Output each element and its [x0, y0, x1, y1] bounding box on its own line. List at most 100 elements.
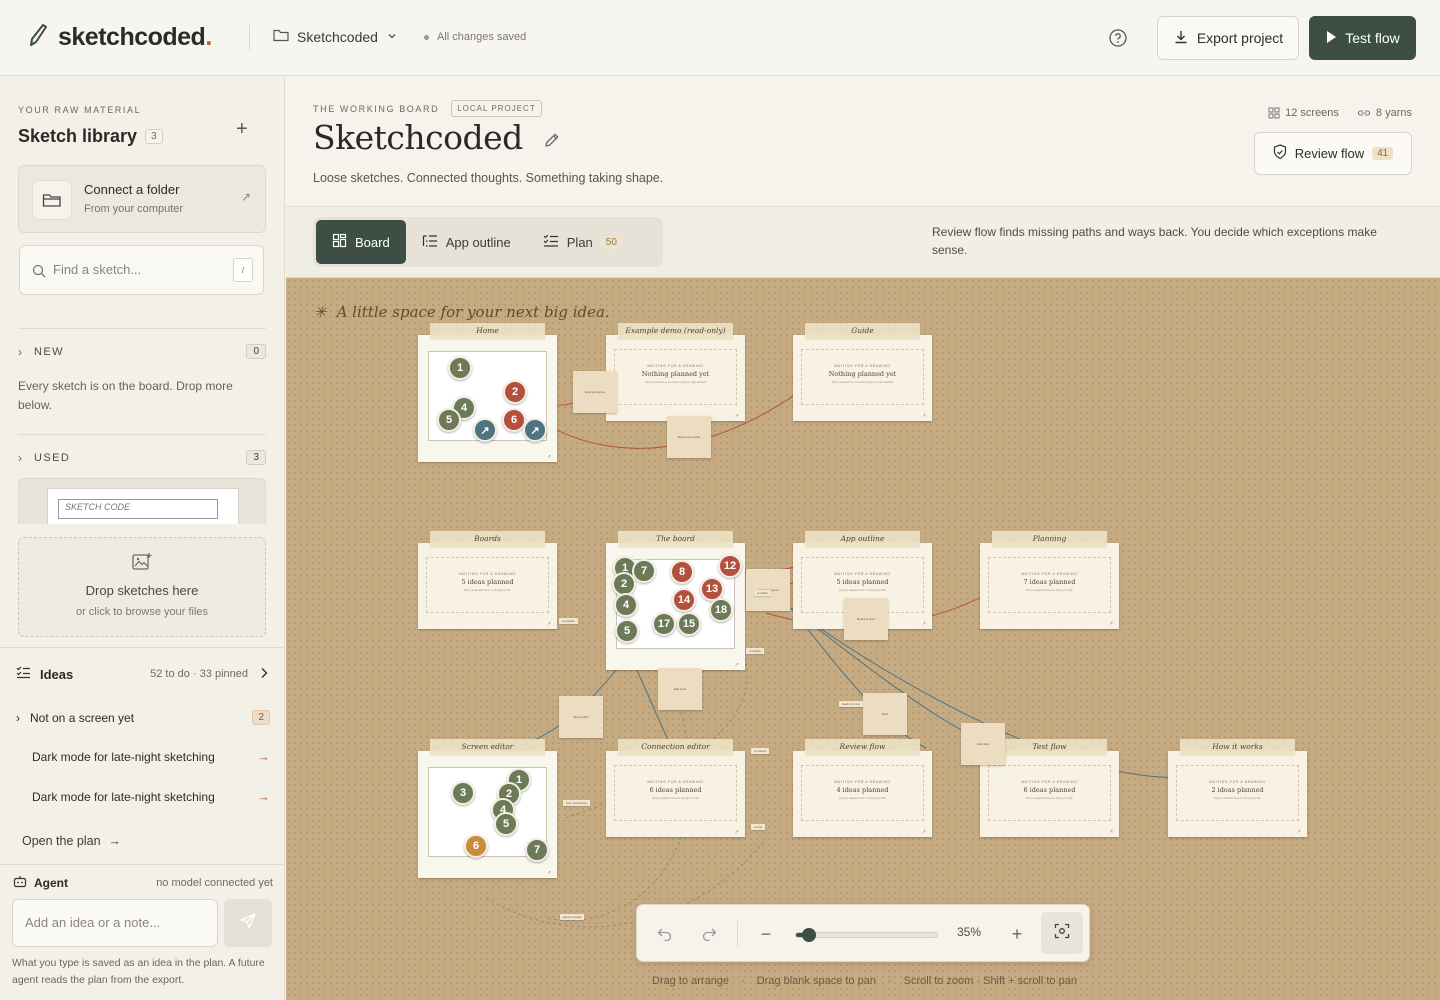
- sketch-library-sidebar: YOUR RAW MATERIAL Sketch library 3 + Conn…: [0, 76, 285, 1000]
- yarn-label[interactable]: to boards: [559, 618, 578, 624]
- pin[interactable]: 17: [652, 612, 676, 636]
- project-switcher[interactable]: Sketchcoded: [273, 28, 398, 45]
- pin[interactable]: 8: [670, 560, 694, 584]
- pin[interactable]: 6: [464, 834, 488, 858]
- expand-icon[interactable]: ↗: [735, 829, 739, 835]
- section-new-label: NEW: [34, 345, 64, 358]
- drop-zone[interactable]: Drop sketches here or click to browse yo…: [18, 537, 266, 637]
- used-sketch-thumbnail[interactable]: SKETCH CODE: [18, 478, 266, 524]
- screen-card-how-it-works[interactable]: How it works WAITING FOR A DRAWING 2 idea…: [1168, 739, 1307, 837]
- screen-card-the-board[interactable]: The board ↗ 1 7 2 4 5 8 12 13 14 17 15 1…: [606, 531, 745, 670]
- expand-icon[interactable]: ↗: [735, 662, 739, 668]
- expand-icon[interactable]: ↗: [735, 413, 739, 419]
- pin[interactable]: 14: [672, 588, 696, 612]
- idea-item[interactable]: Dark mode for late-night sketching →: [32, 789, 270, 804]
- screen-card-guide[interactable]: Guide WAITING FOR A DRAWING Nothing plann…: [793, 323, 932, 421]
- sticky-note[interactable]: Edit a pin: [658, 668, 702, 710]
- tab-plan-count: 50: [600, 235, 622, 249]
- screens-count: 12 screens: [1268, 107, 1339, 119]
- expand-icon[interactable]: ↗: [547, 454, 551, 460]
- pin[interactable]: 5: [494, 812, 518, 836]
- zoom-slider[interactable]: [795, 928, 938, 942]
- sticky-note[interactable]: Hub links: [961, 723, 1005, 765]
- zoom-slider-handle[interactable]: [801, 928, 816, 942]
- section-new[interactable]: › NEW 0: [18, 344, 266, 359]
- section-used[interactable]: › USED 3: [18, 450, 266, 465]
- pin[interactable]: 5: [437, 408, 461, 432]
- screen-card-screen-editor[interactable]: Screen editor ↗ 3 1 2 4 5 6 7: [418, 739, 557, 878]
- zoom-out-button[interactable]: −: [754, 922, 778, 946]
- pin[interactable]: 5: [615, 619, 639, 643]
- pin[interactable]: 12: [718, 554, 742, 578]
- zoom-in-button[interactable]: +: [1005, 922, 1029, 946]
- arrow-right-icon: →: [257, 789, 270, 804]
- pin[interactable]: 18: [709, 598, 733, 622]
- pin[interactable]: 2: [503, 380, 527, 404]
- screen-card-boards[interactable]: Boards WAITING FOR A DRAWING 5 ideas plan…: [418, 531, 557, 629]
- pin[interactable]: 7: [632, 559, 656, 583]
- expand-icon[interactable]: ↗: [1109, 829, 1113, 835]
- expand-icon[interactable]: ↗: [922, 621, 926, 627]
- expand-icon[interactable]: ↗: [1109, 621, 1113, 627]
- expand-icon[interactable]: ↗: [922, 413, 926, 419]
- agent-note-input[interactable]: Add an idea or a note...: [12, 899, 218, 947]
- sticky-note[interactable]: Board-to-flow: [844, 598, 888, 640]
- placeholder-hint: Drop a sketch here to bring it to life: [652, 796, 699, 800]
- help-icon[interactable]: [1108, 28, 1128, 53]
- screen-card-title: The board: [618, 531, 733, 547]
- external-link-pin-icon[interactable]: ↗: [473, 418, 497, 442]
- send-button[interactable]: [224, 899, 272, 947]
- screen-card-planning[interactable]: Planning WAITING FOR A DRAWING 7 ideas pl…: [980, 531, 1119, 629]
- add-sketch-button[interactable]: +: [236, 118, 248, 141]
- edit-title-icon[interactable]: [543, 118, 561, 157]
- divider: [0, 647, 285, 648]
- sticky-note[interactable]: Flow: [863, 693, 907, 735]
- sticky-note[interactable]: Open editor: [559, 696, 603, 738]
- sticky-note[interactable]: Read-only Guide: [667, 416, 711, 458]
- yarn-label[interactable]: from connection: [563, 800, 591, 806]
- sticky-note[interactable]: Example demo: [573, 371, 617, 413]
- pin[interactable]: 7: [525, 838, 549, 862]
- yarn-label[interactable]: to outline: [746, 648, 765, 654]
- expand-icon[interactable]: ↗: [922, 829, 926, 835]
- open-plan-link[interactable]: Open the plan →: [22, 834, 121, 848]
- screen-card-review-flow[interactable]: Review flow WAITING FOR A DRAWING 4 ideas…: [793, 739, 932, 837]
- yarn-label[interactable]: to review: [751, 748, 770, 754]
- pin[interactable]: 4: [614, 593, 638, 617]
- idea-item[interactable]: Dark mode for late-night sketching →: [32, 749, 270, 764]
- pin[interactable]: 15: [677, 612, 701, 636]
- connect-folder-button[interactable]: Connect a folder From your computer ↗: [18, 165, 266, 233]
- project-tagline: Loose sketches. Connected thoughts. Some…: [313, 171, 664, 185]
- focus-icon: [1054, 923, 1070, 944]
- ideas-header[interactable]: Ideas 52 to do · 33 pinned: [16, 666, 268, 682]
- fit-to-screen-button[interactable]: [1041, 912, 1083, 954]
- sketch-search-input[interactable]: Find a sketch... /: [19, 245, 264, 295]
- redo-icon[interactable]: [697, 922, 721, 946]
- external-link-pin-icon[interactable]: ↗: [523, 418, 547, 442]
- screen-card-connection-editor[interactable]: Connection editor WAITING FOR A DRAWING 6…: [606, 739, 745, 837]
- not-on-screen-group[interactable]: › Not on a screen yet 2: [16, 710, 270, 725]
- tab-app-outline[interactable]: App outline: [406, 220, 527, 264]
- tab-board[interactable]: Board: [316, 220, 406, 264]
- yarn-label[interactable]: to test: [751, 824, 766, 830]
- undo-icon[interactable]: [653, 922, 677, 946]
- brand[interactable]: sketchcoded.: [28, 22, 212, 53]
- board-hints: Drag to arrange · Drag blank space to pan…: [652, 975, 1077, 987]
- test-flow-button[interactable]: Test flow: [1309, 16, 1416, 60]
- screen-card-example-demo[interactable]: Example demo (read-only) WAITING FOR A D…: [606, 323, 745, 421]
- save-status: All changes saved: [424, 31, 526, 43]
- yarn-label[interactable]: to editor: [754, 590, 771, 596]
- expand-icon[interactable]: ↗: [547, 621, 551, 627]
- screen-card-home[interactable]: Home ↗ 1 2 4 5 6 ↗ ↗: [418, 323, 557, 462]
- tab-plan[interactable]: Plan 50: [527, 220, 638, 264]
- pin[interactable]: 3: [451, 781, 475, 805]
- pin[interactable]: 1: [448, 356, 472, 380]
- expand-icon[interactable]: ↗: [1297, 829, 1301, 835]
- yarn-label[interactable]: back to home: [839, 701, 864, 707]
- review-flow-button[interactable]: Review flow 41: [1254, 132, 1412, 175]
- expand-icon[interactable]: ↗: [547, 870, 551, 876]
- divider: [0, 864, 285, 865]
- export-project-button[interactable]: Export project: [1157, 16, 1299, 60]
- yarn-label[interactable]: back to board: [560, 914, 585, 920]
- working-board-canvas[interactable]: ✳ A little space for your next big idea. …: [286, 278, 1440, 1000]
